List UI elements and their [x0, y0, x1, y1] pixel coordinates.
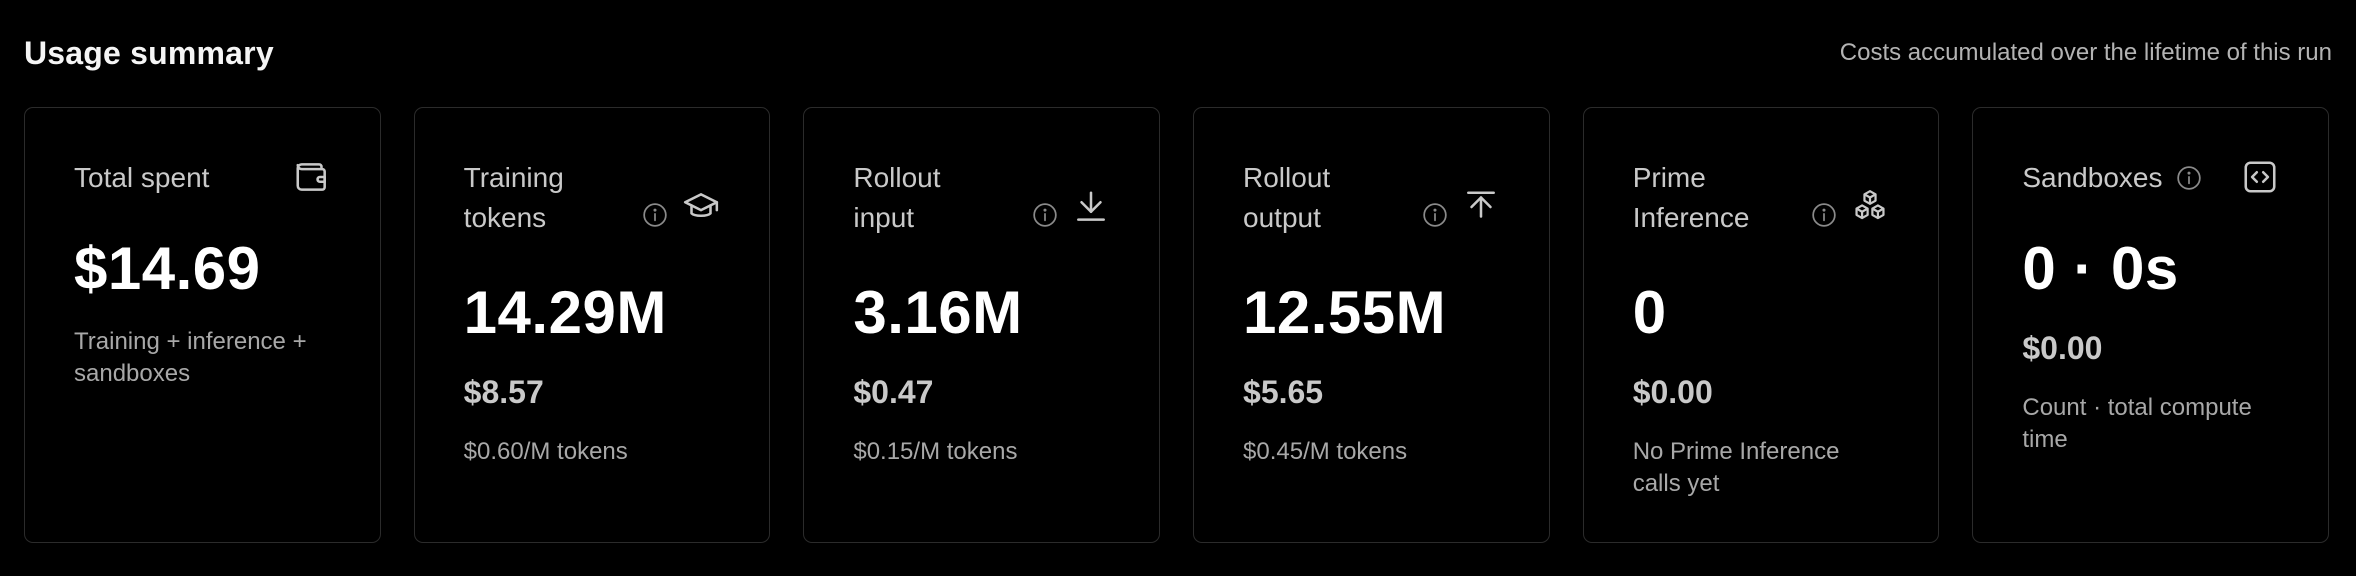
page-title: Usage summary	[24, 34, 274, 71]
card-title: Rollout input	[853, 162, 941, 233]
graduation-cap-icon	[682, 188, 720, 226]
cubes-icon	[1851, 188, 1889, 226]
card-value: 0	[1632, 279, 1667, 346]
card-header: Prime Inference	[1633, 158, 1890, 238]
usage-cards: Total spent $14.69 Training + inference …	[24, 107, 2330, 543]
card-header: Rollout output	[1243, 158, 1500, 238]
card-value: $14.69	[74, 235, 261, 302]
card-rollout-input: Rollout input 3.16M $0.47 $0.15/M tokens	[803, 107, 1161, 543]
card-description: $0.45/M tokens	[1243, 438, 1408, 465]
card-header: Total spent	[74, 158, 331, 198]
card-title: Sandboxes	[2022, 162, 2163, 193]
card-value: 0 · 0s	[2022, 235, 2179, 302]
download-icon	[1072, 188, 1110, 226]
card-cost: $0.00	[1632, 374, 1713, 410]
card-title: Prime Inference	[1632, 162, 1750, 233]
card-description: Training + inference + sandboxes	[74, 328, 307, 387]
card-description: $0.60/M tokens	[463, 438, 628, 465]
info-icon[interactable]	[642, 202, 668, 228]
card-value: 12.55M	[1243, 279, 1447, 346]
upload-icon	[1462, 188, 1500, 226]
wallet-icon	[293, 158, 331, 196]
info-icon[interactable]	[2176, 165, 2202, 191]
card-header: Sandboxes	[2022, 158, 2279, 198]
card-description: $0.15/M tokens	[853, 438, 1018, 465]
page-subtitle: Costs accumulated over the lifetime of t…	[1839, 39, 2332, 66]
info-icon[interactable]	[1811, 202, 1837, 228]
card-cost: $5.65	[1243, 374, 1324, 410]
card-value: 14.29M	[463, 279, 667, 346]
card-title: Training tokens	[463, 162, 564, 233]
card-prime-inference: Prime Inference 0 $0.00 No Prime Inferen…	[1582, 107, 1940, 543]
card-cost: $0.00	[2022, 330, 2103, 366]
card-description: Count · total compute time	[2022, 394, 2252, 453]
card-cost: $0.47	[853, 374, 934, 410]
card-training-tokens: Training tokens 14.29M $8.57 $0.60/M tok…	[413, 107, 771, 543]
info-icon[interactable]	[1032, 202, 1058, 228]
card-title: Rollout output	[1243, 162, 1331, 233]
card-header: Training tokens	[464, 158, 721, 238]
card-value: 3.16M	[853, 279, 1023, 346]
card-sandboxes: Sandboxes 0 · 0s $0.00 Count · total com…	[1972, 107, 2330, 543]
card-rollout-output: Rollout output 12.55M $5.65 $0.45/M toke…	[1193, 107, 1550, 543]
card-total-spent: Total spent $14.69 Training + inference …	[24, 107, 381, 543]
card-title: Total spent	[74, 162, 210, 193]
card-description: No Prime Inference calls yet	[1632, 438, 1840, 497]
code-icon	[2241, 158, 2279, 196]
card-cost: $8.57	[463, 374, 544, 410]
info-icon[interactable]	[1422, 202, 1448, 228]
card-header: Rollout input	[853, 158, 1110, 238]
usage-summary-header: Usage summary Costs accumulated over the…	[24, 28, 2332, 78]
